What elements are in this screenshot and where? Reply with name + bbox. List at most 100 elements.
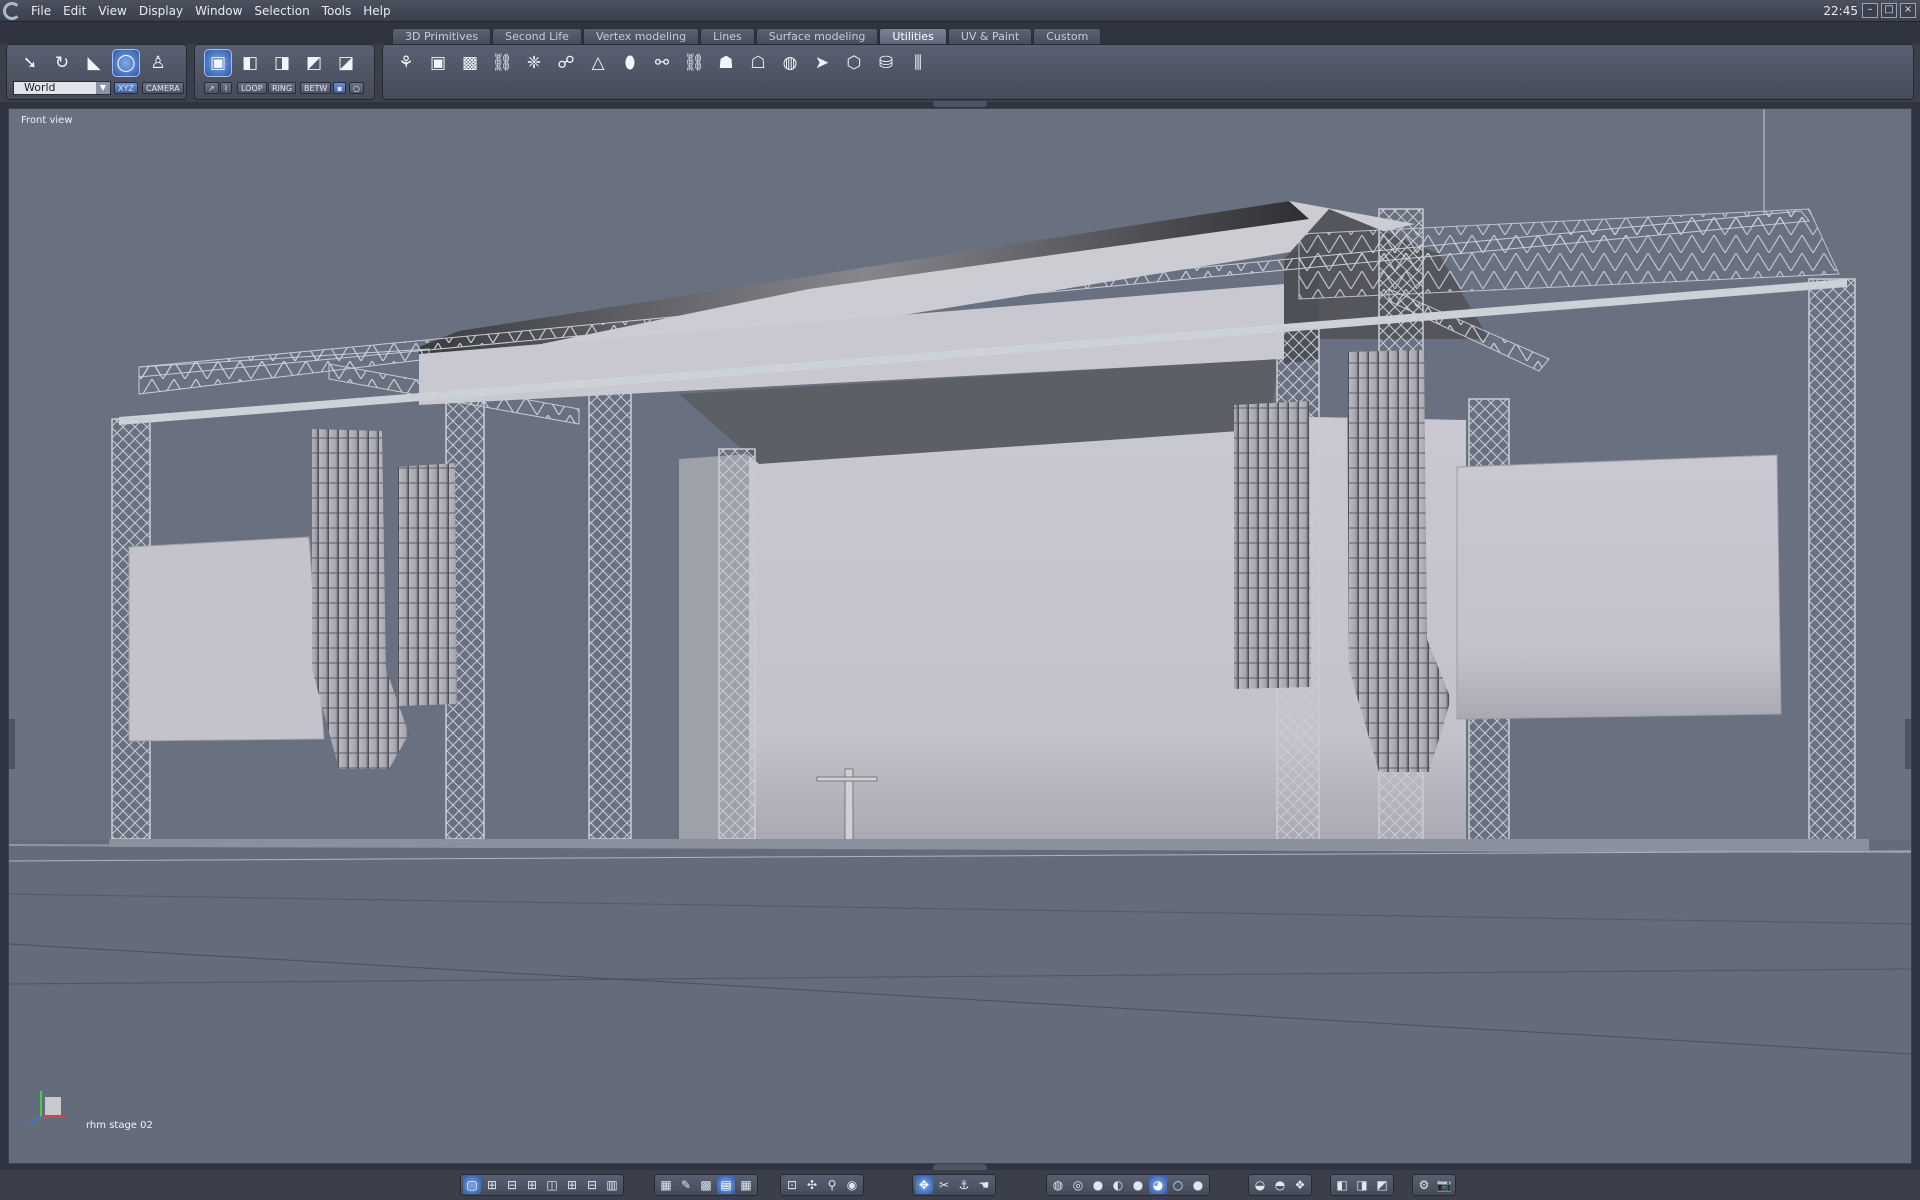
tab-lines[interactable]: Lines bbox=[700, 28, 755, 45]
menu-help[interactable]: Help bbox=[357, 0, 396, 22]
arrow-icon[interactable]: ➤ bbox=[808, 49, 836, 77]
shaded-sphere-icon[interactable]: ○ bbox=[1169, 1176, 1187, 1194]
scissors-icon[interactable]: ✂ bbox=[935, 1176, 953, 1194]
layout-split-h-icon[interactable]: ⊟ bbox=[503, 1176, 521, 1194]
vertex-mode-icon[interactable]: ◩ bbox=[300, 49, 328, 77]
menu-selection[interactable]: Selection bbox=[248, 0, 315, 22]
smooth-sphere-icon[interactable]: ● bbox=[1129, 1176, 1147, 1194]
cylinder-icon[interactable]: ⛁ bbox=[872, 49, 900, 77]
left-panel-handle[interactable] bbox=[9, 719, 15, 769]
light-shaded-icon[interactable]: ◓ bbox=[1271, 1176, 1289, 1194]
select-deselect-icon[interactable]: ○ bbox=[349, 82, 364, 94]
table-grid-icon[interactable]: ▦ bbox=[737, 1176, 755, 1194]
xyz-toggle[interactable]: XYZ bbox=[114, 82, 138, 94]
layout-columns-icon[interactable]: ▥ bbox=[603, 1176, 621, 1194]
chain-link-icon[interactable]: ⛓ bbox=[680, 49, 708, 77]
grass-icon[interactable]: ⫼ bbox=[904, 49, 932, 77]
chain-icon[interactable]: ⛓ bbox=[488, 49, 516, 77]
face-mode-icon[interactable]: ◧ bbox=[236, 49, 264, 77]
box-faces-icon[interactable]: ◩ bbox=[1373, 1176, 1391, 1194]
pan-icon[interactable]: ✣ bbox=[803, 1176, 821, 1194]
layout-quad-icon[interactable]: ⊞ bbox=[483, 1176, 501, 1194]
light-multi-icon[interactable]: ❖ bbox=[1291, 1176, 1309, 1194]
point-mode-icon[interactable]: ◪ bbox=[332, 49, 360, 77]
textured-sphere-icon[interactable]: ◕ bbox=[1149, 1176, 1167, 1194]
layout-split-v-icon[interactable]: ◫ bbox=[543, 1176, 561, 1194]
clock: 22:45 bbox=[1823, 4, 1858, 18]
edge-mode-icon[interactable]: ◨ bbox=[268, 49, 296, 77]
tab-surface-modeling[interactable]: Surface modeling bbox=[755, 28, 879, 45]
tab-uv-paint[interactable]: UV & Paint bbox=[947, 28, 1033, 45]
capsule-icon[interactable]: ⬮ bbox=[616, 49, 644, 77]
axis-tool-icon[interactable]: ⚓ bbox=[955, 1176, 973, 1194]
hidden-line-icon[interactable]: ◐ bbox=[1109, 1176, 1127, 1194]
color-grid-icon[interactable]: ▩ bbox=[697, 1176, 715, 1194]
stage-model-render[interactable] bbox=[9, 109, 1912, 1164]
tab-3d-primitives[interactable]: 3D Primitives bbox=[392, 28, 492, 45]
tab-utilities[interactable]: Utilities bbox=[879, 28, 947, 45]
tab-second-life[interactable]: Second Life bbox=[492, 28, 582, 45]
menu-display[interactable]: Display bbox=[133, 0, 189, 22]
ghost-icon[interactable]: ☗ bbox=[712, 49, 740, 77]
blue-grid-icon[interactable]: ▤ bbox=[717, 1176, 735, 1194]
pointer-icon[interactable]: ➘ bbox=[16, 49, 44, 77]
front-viewport[interactable]: Front view rhm stage 02 bbox=[8, 108, 1912, 1164]
close-icon[interactable]: × bbox=[1900, 3, 1916, 18]
sphere-select-icon[interactable]: ◯ bbox=[112, 49, 140, 77]
hand-icon[interactable]: ☚ bbox=[975, 1176, 993, 1194]
menu-edit[interactable]: Edit bbox=[57, 0, 92, 22]
layout-wide-icon[interactable]: ⊟ bbox=[583, 1176, 601, 1194]
grid-settings-icon[interactable]: ▦ bbox=[657, 1176, 675, 1194]
menu-window[interactable]: Window bbox=[189, 0, 248, 22]
molecule-icon[interactable]: ❈ bbox=[520, 49, 548, 77]
render-settings-icon[interactable]: ⚙ bbox=[1415, 1176, 1433, 1194]
menu-tools[interactable]: Tools bbox=[316, 0, 358, 22]
layout-single-icon[interactable]: ▢ bbox=[463, 1176, 481, 1194]
light-disc-icon[interactable]: ◒ bbox=[1251, 1176, 1269, 1194]
eye-icon[interactable]: ◉ bbox=[843, 1176, 861, 1194]
minimize-icon[interactable]: – bbox=[1862, 3, 1878, 18]
wrench-icon[interactable]: ✎ bbox=[677, 1176, 695, 1194]
app-logo-icon[interactable] bbox=[3, 1, 21, 20]
camera-toggle[interactable]: CAMERA bbox=[142, 82, 184, 94]
select-lasso-icon[interactable]: ⌇ bbox=[220, 82, 232, 94]
flat-sphere-icon[interactable]: ● bbox=[1089, 1176, 1107, 1194]
layout-two-icon[interactable]: ⊞ bbox=[563, 1176, 581, 1194]
tab-vertex-modeling[interactable]: Vertex modeling bbox=[582, 28, 700, 45]
toolbar-collapse-handle[interactable] bbox=[933, 101, 987, 107]
tab-custom[interactable]: Custom bbox=[1033, 28, 1102, 45]
right-panel-handle[interactable] bbox=[1905, 719, 1911, 769]
cloth-icon[interactable]: ⚘ bbox=[392, 49, 420, 77]
select-all-icon[interactable]: ▪ bbox=[333, 82, 347, 94]
ghost-outline-icon[interactable]: ☖ bbox=[744, 49, 772, 77]
cube-grid-icon[interactable]: ▩ bbox=[456, 49, 484, 77]
between-button[interactable]: BETW bbox=[300, 82, 332, 94]
fit-view-icon[interactable]: ⊡ bbox=[783, 1176, 801, 1194]
box-edges-icon[interactable]: ◨ bbox=[1353, 1176, 1371, 1194]
loop-button[interactable]: LOOP bbox=[237, 82, 267, 94]
move-axis-icon[interactable]: ✥ bbox=[915, 1176, 933, 1194]
polygon-icon[interactable]: ⬡ bbox=[840, 49, 868, 77]
camera-icon[interactable]: 📷 bbox=[1435, 1176, 1453, 1194]
link-icon[interactable]: ⚯ bbox=[648, 49, 676, 77]
select-pointer-icon[interactable]: ↗ bbox=[204, 82, 219, 94]
rotate-icon[interactable]: ↻ bbox=[48, 49, 76, 77]
menu-file[interactable]: File bbox=[25, 0, 57, 22]
menu-view[interactable]: View bbox=[92, 0, 132, 22]
maximize-icon[interactable]: □ bbox=[1881, 3, 1897, 18]
white-sphere-icon[interactable]: ● bbox=[1189, 1176, 1207, 1194]
object-mode-icon[interactable]: ▣ bbox=[204, 49, 232, 77]
wire-sphere-icon[interactable]: ◎ bbox=[1069, 1176, 1087, 1194]
ring-button[interactable]: RING bbox=[268, 82, 297, 94]
links-icon[interactable]: ☍ bbox=[552, 49, 580, 77]
coordinate-space-select[interactable]: World ▼ bbox=[13, 81, 111, 95]
scale-icon[interactable]: ◣ bbox=[80, 49, 108, 77]
box-display-icon[interactable]: ◧ bbox=[1333, 1176, 1351, 1194]
wireframe-icon[interactable]: ◍ bbox=[1049, 1176, 1067, 1194]
box-icon[interactable]: ▣ bbox=[424, 49, 452, 77]
ghost-select-icon[interactable]: ♙ bbox=[144, 49, 172, 77]
zoom-icon[interactable]: ⚲ bbox=[823, 1176, 841, 1194]
cone-icon[interactable]: △ bbox=[584, 49, 612, 77]
layout-three-icon[interactable]: ⊞ bbox=[523, 1176, 541, 1194]
globe-icon[interactable]: ◍ bbox=[776, 49, 804, 77]
